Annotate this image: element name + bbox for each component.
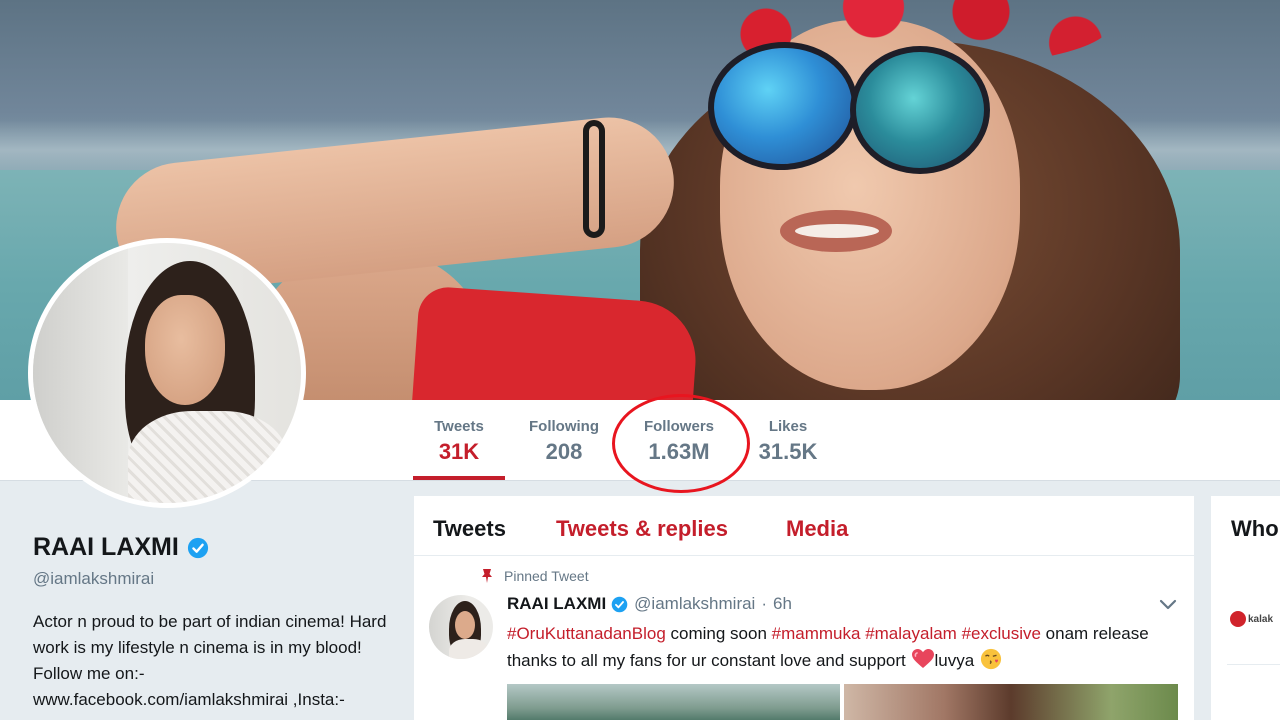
- pinned-tweet-label: Pinned Tweet: [504, 568, 589, 584]
- tweet-text-part: coming soon: [665, 624, 772, 643]
- tab-tweets-and-replies[interactable]: Tweets & replies: [556, 516, 728, 542]
- stat-tweets[interactable]: Tweets 31K: [413, 418, 505, 480]
- who-to-follow-card: Who: [1211, 496, 1280, 720]
- chevron-down-icon[interactable]: [1158, 598, 1178, 612]
- stat-tweets-value: 31K: [438, 439, 480, 464]
- tweet-separator: ·: [761, 594, 768, 613]
- profile-name-line: RAAI LAXMI: [33, 533, 209, 562]
- suggested-account-logo-text: kalak: [1248, 613, 1274, 625]
- tweet-media-image[interactable]: [844, 684, 1178, 720]
- verified-badge-icon: [611, 596, 628, 612]
- kalak-logo-icon: [1230, 611, 1246, 627]
- stat-following-label: Following: [529, 418, 599, 435]
- profile-avatar[interactable]: [28, 238, 306, 508]
- pin-icon: [482, 569, 492, 583]
- tweet-text: #OruKuttanadanBlog coming soon #mammuka …: [507, 620, 1167, 674]
- stat-likes-value: 31.5K: [758, 439, 818, 464]
- divider: [1227, 664, 1280, 665]
- hashtag-link[interactable]: #OruKuttanadanBlog: [507, 624, 666, 643]
- timeline-tabs: Tweets Tweets & replies Media: [414, 496, 1194, 556]
- who-to-follow-title: Who: [1231, 516, 1279, 541]
- tweet-media-image[interactable]: [507, 684, 840, 720]
- stat-likes-label: Likes: [768, 418, 808, 435]
- tweet-avatar[interactable]: [429, 595, 493, 659]
- timeline-card: Tweets Tweets & replies Media Pinned Twe…: [414, 496, 1194, 720]
- stat-followers[interactable]: Followers 1.63M: [632, 418, 726, 480]
- profile-handle[interactable]: @iamlakshmirai: [33, 569, 154, 589]
- verified-badge-icon: [187, 537, 208, 558]
- hashtag-link[interactable]: #malayalam: [865, 624, 957, 643]
- suggested-account-logo[interactable]: kalak: [1230, 611, 1273, 627]
- hashtag-link[interactable]: #mammuka: [772, 624, 861, 643]
- stat-followers-label: Followers: [643, 418, 714, 435]
- profile-bio: Actor n proud to be part of indian cinem…: [33, 612, 387, 709]
- hashtag-link[interactable]: #exclusive: [962, 624, 1041, 643]
- tweet-author-name[interactable]: RAAI LAXMI: [507, 594, 606, 614]
- stat-likes[interactable]: Likes 31.5K: [750, 418, 826, 480]
- tweet-text-part: luvya: [934, 651, 975, 670]
- stat-followers-value: 1.63M: [648, 439, 710, 464]
- tab-tweets[interactable]: Tweets: [433, 516, 506, 542]
- pinned-tweet-row: Pinned Tweet: [480, 568, 589, 584]
- stat-following[interactable]: Following 208: [520, 418, 608, 480]
- tweet-timestamp[interactable]: 6h: [773, 594, 792, 614]
- kiss-emoji-icon: [980, 648, 1002, 670]
- stat-tweets-label: Tweets: [434, 418, 484, 435]
- tweet-author-handle[interactable]: @iamlakshmirai: [634, 594, 755, 614]
- tweet-header: RAAI LAXMI @iamlakshmirai · 6h: [507, 594, 792, 614]
- profile-name[interactable]: RAAI LAXMI: [33, 533, 179, 562]
- heart-emoji-icon: [911, 649, 934, 668]
- tab-media[interactable]: Media: [786, 516, 848, 542]
- stat-following-value: 208: [545, 439, 583, 464]
